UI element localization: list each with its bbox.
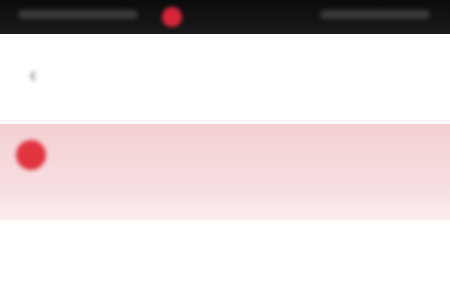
recording-indicator-icon [162,7,182,27]
alert-link[interactable] [64,190,94,206]
alert-icon [16,140,46,170]
page-header: ‹ [0,34,450,121]
page-title [150,50,300,68]
content-area [0,220,450,300]
status-bar [0,0,450,34]
status-bar-left [18,10,138,19]
alert-message [64,138,444,188]
status-bar-right [320,10,430,19]
alert-banner [0,124,450,220]
chevron-left-icon[interactable]: ‹ [20,62,46,88]
page-subtitle [140,78,360,92]
